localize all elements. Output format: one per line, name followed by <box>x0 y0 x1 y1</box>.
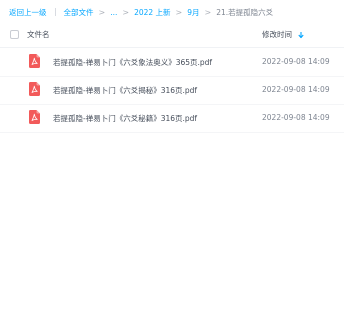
file-name[interactable]: 若提孤隐-禅易卜门《六爻秘籍》316页.pdf <box>53 113 197 124</box>
file-row[interactable]: 若提孤隐-禅易卜门《六爻揭秘》316页.pdf 2022-09-08 14:09 <box>0 76 344 105</box>
breadcrumb-ellipsis[interactable]: ... <box>110 8 117 17</box>
sort-descending-icon[interactable] <box>297 31 305 39</box>
breadcrumb-divider <box>54 8 56 16</box>
back-link[interactable]: 返回上一级 <box>9 7 47 18</box>
breadcrumb-folder-2022[interactable]: 2022 上新 <box>134 7 170 18</box>
file-name[interactable]: 若提孤隐-禅易卜门《六爻揭秘》316页.pdf <box>53 85 197 96</box>
breadcrumb-current: 21.若提孤隐六爻 <box>216 7 274 17</box>
file-row[interactable]: 若提孤隐-禅易卜门《六爻象法奥义》365页.pdf 2022-09-08 14:… <box>0 48 344 77</box>
file-row[interactable]: 若提孤隐-禅易卜门《六爻秘籍》316页.pdf 2022-09-08 14:09 <box>0 104 344 133</box>
chevron-right-icon: > <box>98 7 106 17</box>
select-all-checkbox[interactable] <box>10 30 19 39</box>
file-modified-time: 2022-09-08 14:09 <box>262 113 330 122</box>
column-header-name[interactable]: 文件名 <box>27 29 50 40</box>
breadcrumb: 返回上一级 全部文件 > ... > 2022 上新 > 9月 > 21.若提孤… <box>9 6 273 18</box>
breadcrumb-folder-september[interactable]: 9月 <box>187 7 199 18</box>
breadcrumb-all-files[interactable]: 全部文件 <box>64 7 94 18</box>
pdf-file-icon <box>29 110 40 124</box>
file-modified-time: 2022-09-08 14:09 <box>262 57 330 66</box>
file-modified-time: 2022-09-08 14:09 <box>262 85 330 94</box>
column-header-modified-label: 修改时间 <box>262 30 292 39</box>
chevron-right-icon: > <box>122 7 130 17</box>
column-header-modified[interactable]: 修改时间 <box>262 29 305 40</box>
pdf-file-icon <box>29 54 40 68</box>
chevron-right-icon: > <box>204 7 212 17</box>
chevron-right-icon: > <box>175 7 183 17</box>
file-name[interactable]: 若提孤隐-禅易卜门《六爻象法奥义》365页.pdf <box>53 57 212 68</box>
file-list-header: 文件名 修改时间 <box>0 23 344 48</box>
pdf-file-icon <box>29 82 40 96</box>
